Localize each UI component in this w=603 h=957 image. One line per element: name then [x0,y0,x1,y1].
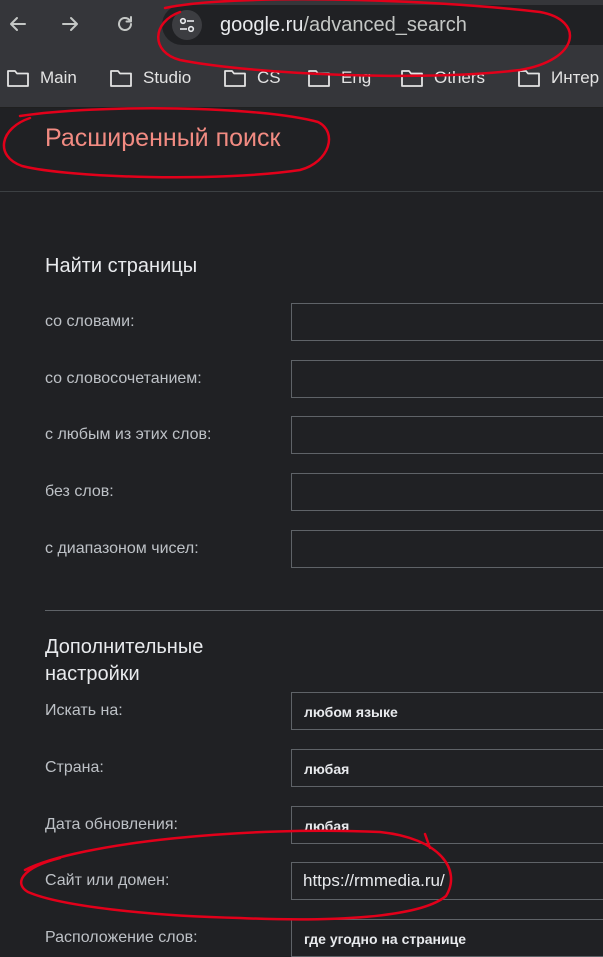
reload-icon [118,16,132,31]
last-update-label: Дата обновления: [45,816,178,833]
region-select[interactable]: любая [291,749,603,787]
bookmark-eng[interactable]: Eng [307,66,371,90]
browser-toolbar: google.ru/advanced_search [0,0,603,52]
any-words-input-text[interactable] [292,417,603,453]
site-domain-input[interactable] [291,862,603,900]
last-update-select[interactable]: любая [291,806,603,844]
arrow-right-icon [62,17,78,31]
url-host: google.ru [220,14,304,36]
bookmark-main[interactable]: Main [6,66,77,90]
terms-appearing-select[interactable]: где угодно на странице [291,919,603,957]
all-words-input[interactable] [291,303,603,341]
folder-icon [308,70,330,87]
exact-phrase-label: со словосочетанием: [45,370,202,387]
title-divider [0,191,603,192]
tune-icon [179,17,195,33]
bookmark-label: Studio [143,68,192,87]
advanced-settings-heading: Дополнительные настройки [45,636,204,685]
region-label: Страна: [45,759,104,776]
language-select[interactable]: любом языке [291,692,603,730]
bookmark-label: Eng [341,68,372,87]
bookmark-studio[interactable]: Studio [109,66,191,90]
number-range-input[interactable] [291,530,603,568]
folder-icon [401,70,423,87]
site-info-button[interactable] [172,10,202,40]
none-words-input-text[interactable] [292,474,603,510]
bookmark-cs[interactable]: CS [223,66,281,90]
address-bar[interactable]: google.ru/advanced_search [162,5,603,45]
back-button[interactable] [1,9,35,39]
reload-button[interactable] [108,9,142,39]
folder-icon [110,70,132,87]
folder-icon [224,70,246,87]
url-path: /advanced_search [303,14,467,36]
bookmark-inter[interactable]: Интер [517,66,599,90]
region-select-value: любая [304,761,350,777]
terms-appearing-select-value: где угодно на странице [304,931,467,947]
folder-icon [7,70,29,87]
exact-phrase-input-text[interactable] [292,361,603,397]
site-domain-input-text[interactable] [292,863,603,899]
language-label: Искать на: [45,702,123,719]
number-range-input-text[interactable] [292,531,603,567]
terms-appearing-label: Расположение слов: [45,929,198,946]
site-domain-label: Сайт или домен: [45,872,170,889]
bookmark-label: Main [40,68,77,87]
bookmark-others[interactable]: Others [400,66,485,90]
exact-phrase-input[interactable] [291,360,603,398]
forward-button[interactable] [53,9,87,39]
arrow-left-icon [10,17,26,31]
any-words-input[interactable] [291,416,603,454]
bookmarks-bar: Main Studio CS Eng Others Интер [0,52,603,108]
all-words-input-text[interactable] [292,304,603,340]
bookmark-label: Others [434,68,486,87]
none-words-label: без слов: [45,483,114,500]
language-select-value: любом языке [304,704,398,720]
folder-icon [518,70,540,87]
all-words-label: со словами: [45,313,135,330]
last-update-select-value: любая [304,818,350,834]
url-text: google.ru/advanced_search [220,14,467,37]
bookmark-label: CS [257,68,281,87]
page-title: Расширенный поиск [45,124,281,152]
number-range-label: с диапазоном чисел: [45,540,199,557]
none-words-input[interactable] [291,473,603,511]
find-pages-heading: Найти страницы [45,255,198,277]
any-words-label: с любым из этих слов: [45,426,212,443]
section-divider [45,610,603,611]
bookmark-label: Интер [551,68,600,87]
